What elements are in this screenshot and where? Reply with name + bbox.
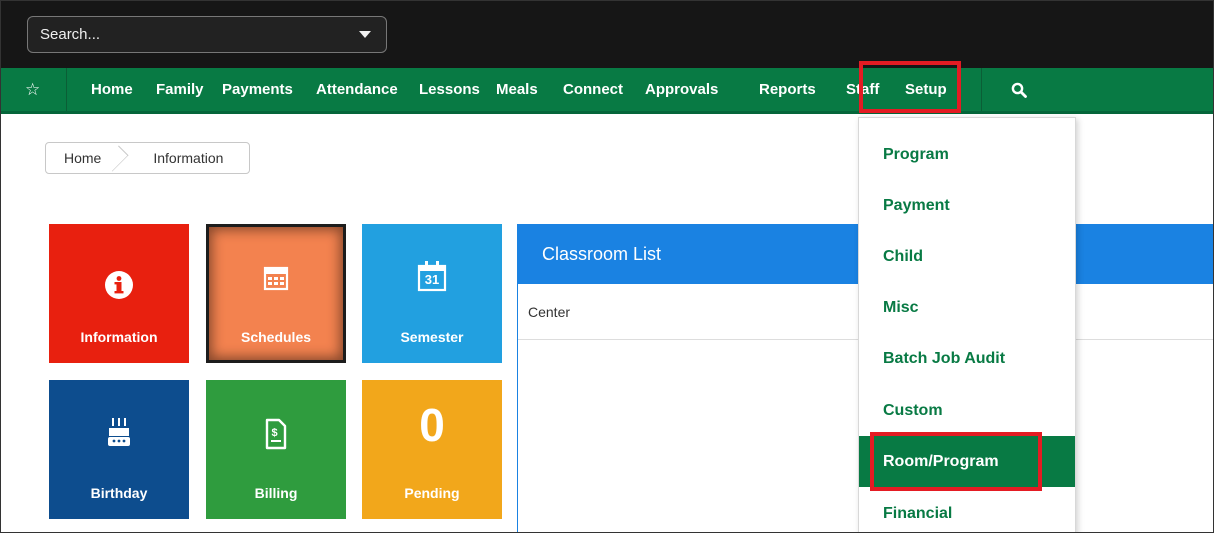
nav-divider	[66, 68, 67, 111]
tile-billing-label: Billing	[254, 485, 298, 501]
main-nav: ☆ Home Family Payments Attendance Lesson…	[1, 68, 1213, 114]
breadcrumb-current: Information	[153, 150, 224, 166]
search-icon-svg	[1011, 82, 1027, 98]
nav-home[interactable]: Home	[91, 68, 133, 111]
tile-schedules[interactable]: Schedules	[206, 224, 346, 363]
top-bar: Search...	[1, 1, 1213, 68]
breadcrumb: Home Information	[45, 142, 251, 174]
nav-attendance[interactable]: Attendance	[316, 68, 398, 111]
search-select[interactable]: Search...	[27, 16, 387, 53]
star-icon[interactable]: ☆	[25, 68, 40, 111]
menu-item-child[interactable]: Child	[859, 231, 1075, 282]
tile-pending[interactable]: 0 Pending	[362, 380, 502, 519]
calendar-icon	[262, 264, 290, 297]
tile-birthday-label: Birthday	[90, 485, 148, 501]
tile-billing[interactable]: $ Billing	[206, 380, 346, 519]
search-icon[interactable]	[1011, 68, 1027, 111]
calendar-31-icon: 31	[417, 260, 447, 297]
search-placeholder: Search...	[40, 26, 101, 43]
tile-information-label: Information	[80, 329, 158, 345]
breadcrumb-home[interactable]: Home	[46, 143, 119, 173]
nav-lessons[interactable]: Lessons	[419, 68, 480, 111]
nav-approvals[interactable]: Approvals	[645, 68, 718, 111]
menu-item-batch-job-audit[interactable]: Batch Job Audit	[859, 333, 1075, 384]
svg-text:$: $	[271, 427, 277, 439]
bill-icon: $	[264, 418, 288, 455]
tile-semester-label: Semester	[400, 329, 464, 345]
calendar-day-text: 31	[424, 272, 440, 287]
nav-payments[interactable]: Payments	[222, 68, 293, 111]
nav-family[interactable]: Family	[156, 68, 204, 111]
nav-reports[interactable]: Reports	[759, 68, 816, 111]
tile-information[interactable]: Information	[49, 224, 189, 363]
menu-item-program[interactable]: Program	[859, 129, 1075, 180]
reports-highlight-box	[859, 61, 961, 113]
nav-connect[interactable]: Connect	[563, 68, 623, 111]
menu-item-custom[interactable]: Custom	[859, 385, 1075, 436]
screenshot-frame: Search... ☆ Home Family Payments Attenda…	[0, 0, 1214, 533]
tile-birthday[interactable]: Birthday	[49, 380, 189, 519]
nav-meals[interactable]: Meals	[496, 68, 538, 111]
menu-item-financial[interactable]: Financial	[859, 488, 1075, 532]
tile-pending-label: Pending	[404, 485, 460, 501]
caret-down-icon[interactable]	[359, 31, 371, 38]
menu-item-payment[interactable]: Payment	[859, 180, 1075, 231]
tile-schedules-label: Schedules	[240, 329, 312, 345]
info-icon	[104, 270, 134, 305]
pending-count: 0	[419, 399, 445, 451]
cake-icon	[107, 416, 131, 453]
nav-divider	[981, 68, 982, 111]
menu-item-misc[interactable]: Misc	[859, 282, 1075, 333]
room-program-highlight-box	[870, 432, 1042, 491]
tile-semester[interactable]: 31 Semester	[362, 224, 502, 363]
